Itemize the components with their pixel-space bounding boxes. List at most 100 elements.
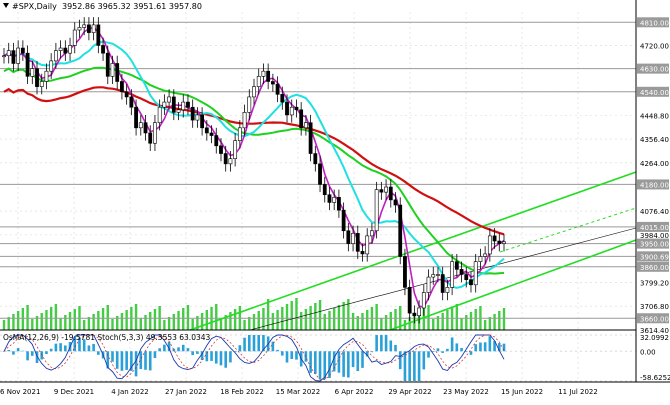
time-tick-label: 11 Jul 2022 (558, 388, 598, 396)
candle-body (497, 240, 502, 244)
volume-bar (12, 314, 15, 330)
osma-bar (229, 351, 232, 363)
volume-bar (106, 305, 109, 330)
candle-body (176, 109, 181, 113)
volume-bar (465, 315, 468, 330)
volume-bar (177, 311, 180, 330)
volume-bar (469, 312, 473, 330)
osma-bar (375, 335, 378, 352)
osma-bar (54, 343, 58, 352)
volume-bar (68, 312, 72, 330)
osma-bar (31, 351, 34, 356)
osma-bar (290, 351, 294, 360)
volume-bar (337, 305, 341, 330)
osma-bar (337, 351, 341, 373)
osma-bar (97, 351, 100, 355)
candle-body (384, 186, 388, 193)
osma-bar (7, 350, 11, 352)
osma-bar (16, 348, 20, 352)
osma-bar (243, 337, 246, 352)
candle-body (2, 55, 6, 58)
candle-body (228, 158, 233, 165)
time-tick-label: 15 Mar 2022 (276, 388, 320, 396)
volume-bar (342, 302, 345, 330)
candle-body (148, 132, 153, 144)
osma-bar (21, 350, 25, 352)
volume-bar (351, 313, 355, 330)
osma-bar (219, 351, 223, 366)
osma-bar (460, 347, 463, 352)
candle-body (20, 47, 25, 54)
price-tick-label: 4356.40 (640, 136, 669, 144)
candle-body (134, 106, 138, 129)
candle-body (153, 122, 157, 144)
candle-body (39, 81, 44, 87)
candle-body (374, 189, 379, 232)
chart-window[interactable]: 32.0992 0.00 -58.6252 4810.00 4720.00 4630.0… (0, 0, 670, 401)
volume-bar (134, 304, 138, 330)
volume-bar (366, 310, 369, 330)
ohlc-label: 3952.86 3965.32 3951.61 3957.80 (62, 2, 202, 11)
volume-bar (427, 305, 430, 330)
osma-bar (158, 348, 161, 352)
price-tick-label: 3706.80 (640, 303, 669, 311)
price-tick-label: 4180.00 (640, 181, 669, 189)
osma-bar (380, 335, 383, 352)
volume-bar (215, 304, 218, 330)
candle-body (124, 91, 129, 98)
candle-body (266, 70, 271, 82)
candle-body (233, 140, 238, 159)
osma-bar (450, 337, 454, 352)
candle-body (360, 251, 365, 255)
candle-body (68, 45, 72, 54)
volume-bar (498, 311, 501, 330)
candle-body (294, 106, 299, 111)
volume-bar (488, 317, 492, 330)
time-tick-label: 9 Dec 2021 (54, 388, 94, 396)
candle-body (285, 101, 289, 116)
osma-bar (285, 351, 289, 363)
osma-bar (361, 351, 364, 368)
candle-body (101, 45, 105, 54)
volume-bar (87, 317, 91, 330)
candle-body (49, 60, 54, 72)
volume-bar (361, 313, 364, 330)
time-tick-label: 6 Apr 2022 (335, 388, 374, 396)
price-chart[interactable]: 32.0992 0.00 -58.6252 4810.00 4720.00 4630.0… (0, 0, 670, 401)
candle-body (318, 163, 322, 185)
price-tick-label: 4720.00 (640, 42, 669, 50)
candle-body (398, 204, 403, 257)
volume-bar (233, 309, 237, 330)
osma-bar (252, 335, 256, 352)
candle-body (171, 96, 176, 113)
price-tick-label: 4076.40 (640, 208, 669, 216)
osma-bar (384, 335, 388, 352)
candle-body (445, 287, 450, 293)
osma-bar (413, 351, 416, 381)
volume-bar (314, 303, 317, 330)
volume-bar (111, 319, 114, 330)
osma-bar (474, 344, 477, 352)
candle-body (53, 50, 58, 62)
volume-bar (92, 314, 95, 330)
osma-bar (238, 345, 242, 352)
candle-body (214, 135, 219, 147)
volume-bar (26, 305, 29, 330)
candle-body (181, 101, 186, 111)
osma-bar (309, 351, 312, 373)
volume-bar (432, 319, 435, 330)
volume-bar (328, 311, 331, 330)
osma-bar (125, 351, 128, 370)
volume-bar (167, 317, 171, 330)
volume-bar (318, 300, 322, 330)
volume-bar (16, 311, 20, 330)
price-tick-label: 3614.40 (640, 327, 669, 335)
volume-bar (139, 318, 142, 330)
candle-body (115, 63, 120, 82)
candle-body (96, 24, 101, 46)
candle-body (190, 106, 195, 121)
price-tick-label: 4264.00 (640, 160, 669, 168)
candle-body (186, 101, 190, 108)
osma-bar (408, 351, 411, 381)
candle-body (346, 230, 351, 244)
